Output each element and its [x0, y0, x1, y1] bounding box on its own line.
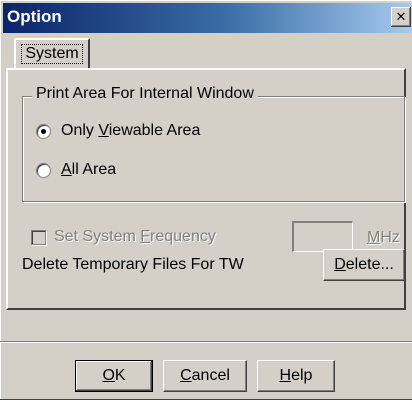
close-button[interactable]: ✕: [391, 7, 411, 27]
mhz-unit-label: MHz: [367, 229, 400, 246]
cancel-button[interactable]: Cancel: [163, 360, 247, 392]
title-bar[interactable]: Option ✕: [3, 3, 411, 33]
delete-temp-files-label: Delete Temporary Files For TW: [22, 256, 244, 273]
close-icon: ✕: [395, 9, 407, 24]
radio-button-unselected[interactable]: [36, 162, 51, 178]
set-system-frequency-checkbox: [31, 229, 46, 245]
set-system-frequency-checkbox-row: Set System Frequency: [31, 226, 216, 248]
radio-all-area[interactable]: All Area: [36, 159, 116, 181]
set-system-frequency-label: Set System Frequency: [54, 228, 216, 245]
radio-only-viewable-area[interactable]: Only Viewable Area: [36, 120, 200, 142]
option-dialog: Option ✕ System Print Area For Internal …: [0, 0, 412, 400]
footer-separator: [0, 341, 412, 343]
radio-all-area-label: All Area: [61, 161, 117, 178]
print-area-legend: Print Area For Internal Window: [32, 85, 258, 103]
frequency-input: [292, 221, 353, 252]
radio-dot-icon: [41, 128, 46, 134]
window-title: Option: [7, 7, 62, 26]
delete-button[interactable]: Delete...: [323, 249, 405, 281]
radio-button-selected[interactable]: [36, 123, 51, 139]
tab-system-label: System: [21, 44, 83, 64]
ok-button[interactable]: OK: [75, 360, 153, 392]
radio-only-viewable-label: Only Viewable Area: [61, 122, 201, 139]
help-button[interactable]: Help: [257, 360, 335, 392]
print-area-group: [22, 96, 405, 202]
tab-system[interactable]: System: [14, 38, 90, 68]
